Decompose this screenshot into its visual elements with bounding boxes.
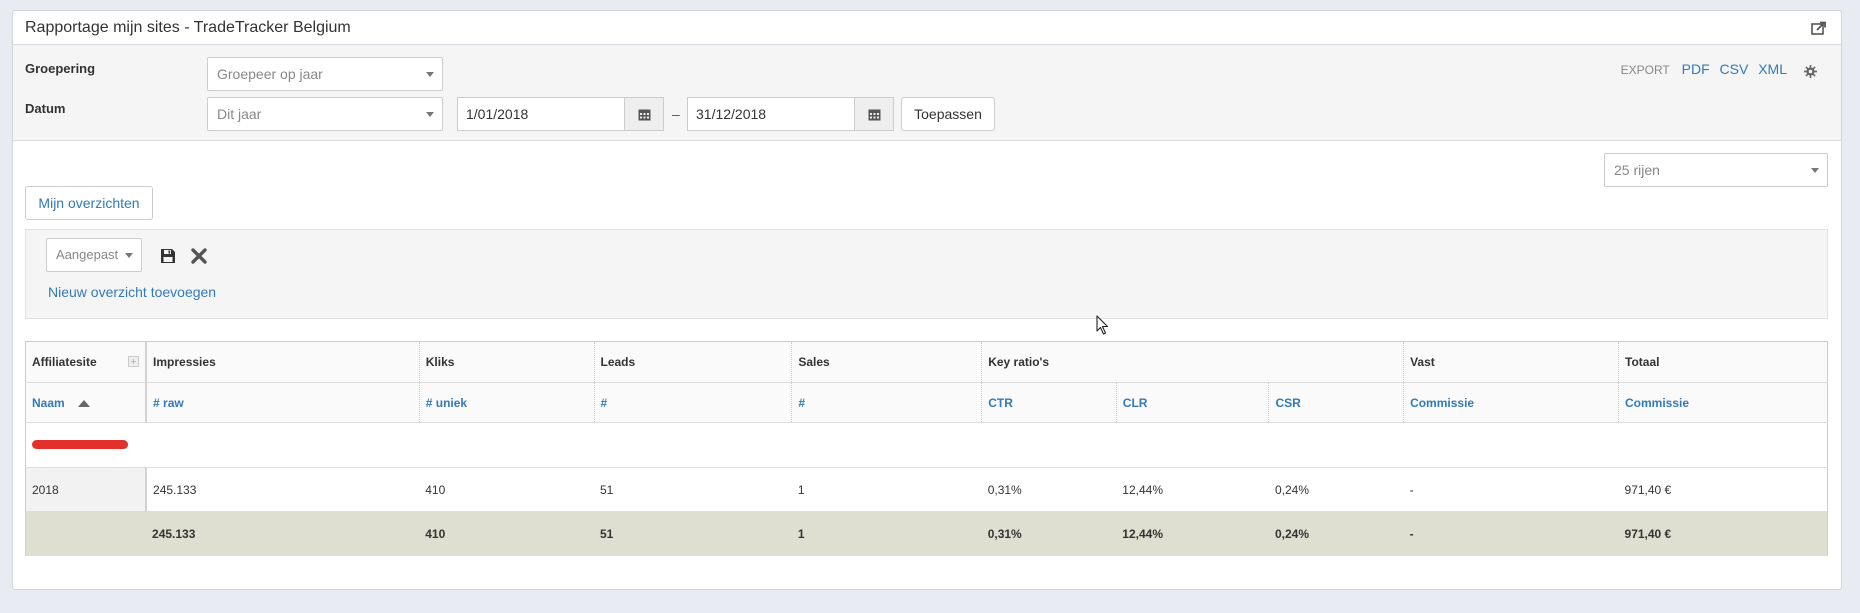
col-group-affiliatesite: Affiliatesite [25, 341, 148, 383]
export-pdf-link[interactable]: PDF [1682, 61, 1710, 77]
cell-clr: 12,44% [1116, 467, 1269, 512]
date-to-input[interactable]: 31/12/2018 [687, 97, 855, 131]
totals-row: 245.133 410 51 1 0,31% 12,44% 0,24% - 97… [25, 511, 1828, 556]
sort-clr[interactable]: CLR [1115, 382, 1269, 423]
cell-name: 2018 [25, 467, 148, 512]
date-range-select-value: Dit jaar [217, 106, 262, 122]
total-clr: 12,44% [1116, 511, 1269, 556]
page-title: Rapportage mijn sites - TradeTracker Bel… [25, 19, 351, 36]
col-group-impressies: Impressies [146, 341, 420, 383]
table-group-header-row: Affiliatesite Impressies Kliks Leads Sal… [25, 341, 1828, 383]
overview-select[interactable]: Aangepast [46, 238, 142, 272]
sort-csr[interactable]: CSR [1268, 382, 1404, 423]
col-group-sales: Sales [791, 341, 982, 383]
sort-vast-commissie[interactable]: Commissie [1403, 382, 1619, 423]
save-icon[interactable] [161, 249, 175, 263]
plus-icon[interactable] [128, 356, 140, 367]
panel-header: Rapportage mijn sites - TradeTracker Bel… [13, 11, 1841, 45]
col-group-kliks: Kliks [418, 341, 594, 383]
col-group-totaal: Totaal [1618, 341, 1828, 383]
filter-bar: Groepering Groepeer op jaar Datum Dit ja… [13, 45, 1841, 141]
date-from-calendar-button[interactable] [624, 97, 664, 131]
sort-sales[interactable]: # [791, 382, 982, 423]
cell-impressies: 245.133 [146, 467, 420, 512]
sort-impressies-raw[interactable]: # raw [146, 382, 420, 423]
col-group-leads: Leads [593, 341, 792, 383]
close-icon[interactable] [191, 248, 207, 264]
cell-sales-link[interactable]: 1 [791, 467, 982, 512]
table-row: 2018 245.133 410 51 1 0,31% 12,44% 0,24%… [25, 467, 1828, 512]
cell-kliks: 410 [419, 467, 594, 512]
date-from-input[interactable]: 1/01/2018 [457, 97, 625, 131]
export-xml-link[interactable]: XML [1758, 61, 1787, 77]
totals-label-cell [25, 511, 147, 556]
rows-per-page-value: 25 rijen [1614, 162, 1660, 178]
sort-leads[interactable]: # [593, 382, 792, 423]
sort-ctr[interactable]: CTR [981, 382, 1117, 423]
sort-asc-icon [78, 399, 91, 407]
calendar-icon [638, 109, 651, 121]
redacted-site-name [25, 422, 147, 468]
report-panel: Rapportage mijn sites - TradeTracker Bel… [12, 10, 1842, 590]
calendar-icon [868, 109, 881, 121]
affiliatesite-group-row [25, 422, 1829, 468]
cell-ctr: 0,31% [981, 467, 1117, 512]
mouse-cursor-icon [1096, 315, 1109, 335]
cell-totaal: 971,40 € [1618, 467, 1828, 512]
grouping-select-value: Groepeer op jaar [217, 66, 323, 82]
rows-per-page-select[interactable]: 25 rijen [1604, 153, 1828, 187]
add-overview-link[interactable]: Nieuw overzicht toevoegen [48, 284, 216, 300]
cell-csr: 0,24% [1268, 467, 1404, 512]
sort-kliks-uniek[interactable]: # uniek [418, 382, 594, 423]
table-sub-header-row: Naam # raw # uniek # # CTR CLR CSR Commi… [25, 382, 1828, 423]
date-to-calendar-button[interactable] [854, 97, 894, 131]
date-label: Datum [25, 101, 66, 116]
total-csr: 0,24% [1268, 511, 1404, 556]
total-totaal: 971,40 € [1618, 511, 1828, 556]
caret-down-icon [426, 72, 434, 77]
grouping-label: Groepering [25, 61, 96, 76]
date-separator: – [672, 106, 680, 122]
caret-down-icon [1811, 168, 1819, 173]
col-group-vast: Vast [1403, 341, 1619, 383]
grouping-select[interactable]: Groepeer op jaar [207, 57, 443, 91]
overview-panel: Aangepast Nieuw overzicht toevoegen [25, 229, 1828, 319]
gear-icon[interactable] [1804, 65, 1817, 78]
cell-leads-link[interactable]: 51 [594, 467, 792, 512]
redaction-mark [32, 440, 128, 449]
export-csv-link[interactable]: CSV [1720, 61, 1749, 77]
apply-button[interactable]: Toepassen [901, 97, 995, 131]
share-icon[interactable] [1811, 21, 1827, 35]
export-links: EXPORT PDF CSV XML [1621, 61, 1793, 77]
overview-select-value: Aangepast [56, 247, 119, 262]
total-kliks: 410 [419, 511, 594, 556]
caret-down-icon [426, 112, 434, 117]
my-overviews-button[interactable]: Mijn overzichten [25, 186, 153, 220]
caret-down-icon [125, 253, 133, 258]
sort-naam-header[interactable]: Naam [25, 382, 148, 423]
col-group-key-ratios: Key ratio's [981, 341, 1404, 383]
total-ctr: 0,31% [981, 511, 1117, 556]
total-impressies: 245.133 [146, 511, 420, 556]
report-table: Affiliatesite Impressies Kliks Leads Sal… [25, 341, 1829, 556]
date-range-select[interactable]: Dit jaar [207, 97, 443, 131]
export-label: EXPORT [1620, 63, 1670, 77]
total-leads: 51 [594, 511, 792, 556]
total-vast: - [1403, 511, 1619, 556]
total-sales: 1 [791, 511, 982, 556]
sort-totaal-commissie[interactable]: Commissie [1618, 382, 1828, 423]
cell-vast: - [1403, 467, 1619, 512]
